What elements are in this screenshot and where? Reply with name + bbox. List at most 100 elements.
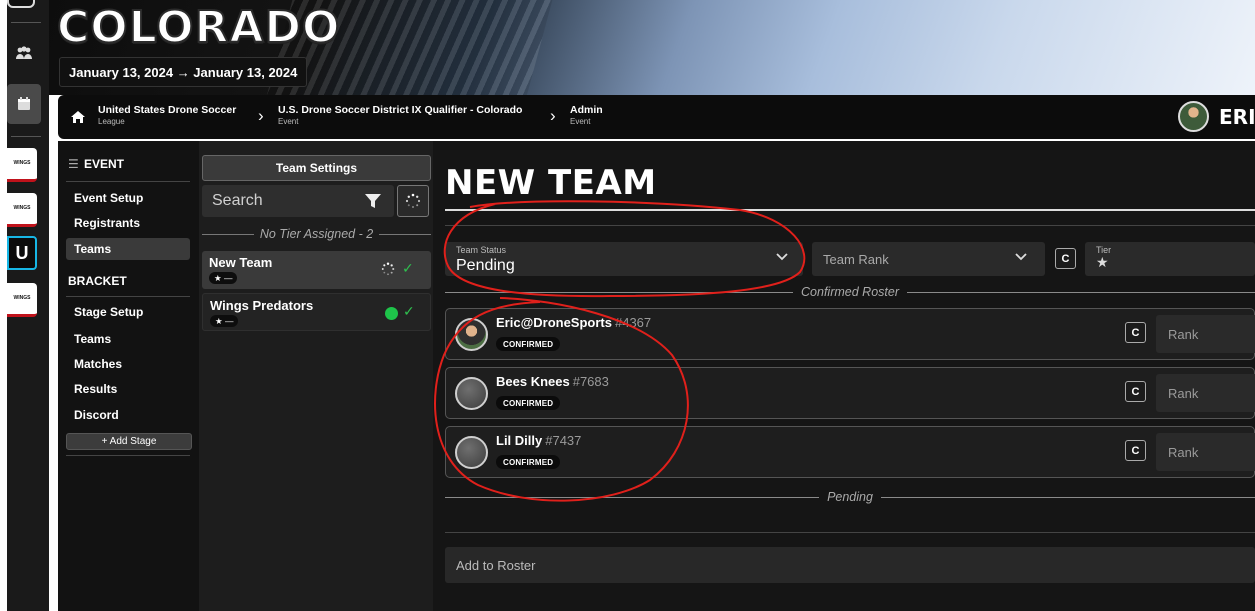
sidebar-item-matches[interactable]: Matches [66, 353, 190, 375]
team-list-panel: Team Settings No Tier Assigned - 2 New T… [199, 141, 433, 611]
player-display-name: Bees Knees [496, 374, 570, 389]
event-title: COLORADO [56, 1, 341, 54]
user-name[interactable]: ERIC [1219, 105, 1255, 129]
team-logo[interactable]: WINGS [7, 148, 37, 182]
breadcrumb-sublabel: League [98, 117, 125, 126]
player-rank-field[interactable]: Rank [1156, 433, 1255, 471]
people-icon[interactable] [9, 38, 39, 68]
divider-line [445, 496, 820, 498]
status-badge: CONFIRMED [496, 337, 561, 351]
sidebar-item-discord[interactable]: Discord [66, 404, 190, 426]
breadcrumb-label: U.S. Drone Soccer District IX Qualifier … [278, 104, 523, 116]
search-box [202, 185, 394, 217]
team-rank-select[interactable]: Team Rank [812, 242, 1045, 276]
status-dot-icon [385, 307, 398, 320]
rail-divider [11, 22, 41, 23]
divider [445, 225, 1255, 226]
tier-select[interactable]: Tier ★ [1085, 242, 1255, 276]
divider-line [880, 496, 1255, 498]
team-name: Wings Predators [210, 298, 314, 313]
divider-label: Pending [827, 490, 873, 504]
menu-icon[interactable]: ☰ [68, 157, 79, 171]
roster-row[interactable]: Lil Dilly #7437 CONFIRMED C Rank [445, 426, 1255, 478]
player-tag: #7683 [572, 374, 609, 389]
divider-line [202, 233, 254, 235]
sidebar-item-registrants[interactable]: Registrants [66, 212, 190, 234]
team-rank-badge: ★ — [210, 315, 239, 327]
check-icon: ✓ [402, 260, 414, 276]
add-to-roster-input[interactable]: Add to Roster [445, 547, 1255, 583]
star-icon: ★ [1096, 254, 1109, 270]
player-rank-field[interactable]: Rank [1156, 315, 1255, 353]
team-row-new-team[interactable]: New Team ★ — ✓ [202, 251, 431, 289]
team-logo[interactable]: WINGS [7, 193, 37, 227]
nav-section-label: EVENT [84, 157, 125, 171]
sidebar-item-results[interactable]: Results [66, 378, 190, 400]
breadcrumb-item-league[interactable]: United States Drone Soccer League [98, 104, 236, 126]
search-input[interactable] [202, 185, 352, 217]
status-badge: CONFIRMED [496, 455, 561, 469]
reset-rank-button[interactable]: C [1055, 248, 1076, 269]
pending-divider: Pending [445, 490, 1255, 504]
add-stage-button[interactable]: + Add Stage [66, 433, 192, 450]
sidebar-item-event-setup[interactable]: Event Setup [66, 187, 190, 209]
player-tag: #7437 [545, 433, 582, 448]
player-name: Eric@DroneSports #4367 [496, 315, 651, 330]
chevron-right-icon: › [550, 106, 556, 125]
player-tag: #4367 [614, 315, 652, 330]
player-name: Lil Dilly #7437 [496, 433, 581, 448]
confirmed-roster-divider: Confirmed Roster [445, 285, 1255, 299]
app-root: WINGS WINGS U WINGS COLORADO January 13,… [0, 0, 1255, 611]
reset-rank-button[interactable]: C [1125, 381, 1146, 402]
player-display-name: Lil Dilly [496, 433, 543, 448]
team-settings-button[interactable]: Team Settings [202, 155, 431, 181]
team-rank-badge: ★ — [209, 272, 238, 284]
title-divider [445, 209, 1255, 211]
divider-line [906, 291, 1255, 293]
tier-group-label: No Tier Assigned - 2 [259, 227, 374, 241]
breadcrumb-label: Admin [570, 104, 603, 116]
pending-spinner-icon [381, 262, 395, 276]
player-rank-field[interactable]: Rank [1156, 374, 1255, 412]
divider-line [379, 233, 431, 235]
rail-top-button[interactable] [7, 0, 35, 8]
chevron-down-icon [1015, 253, 1027, 261]
event-date-range: January 13, 2024 → January 13, 2024 [59, 57, 308, 87]
field-placeholder: Team Rank [823, 252, 889, 267]
avatar [455, 436, 488, 469]
team-logo[interactable]: U [7, 236, 37, 270]
field-label: Team Status [456, 245, 507, 255]
home-icon[interactable] [70, 109, 86, 125]
player-display-name: Eric@DroneSports [496, 315, 612, 330]
breadcrumb-label: United States Drone Soccer [98, 104, 237, 116]
divider [445, 532, 1255, 533]
reset-rank-button[interactable]: C [1125, 440, 1146, 461]
roster-row[interactable]: Bees Knees #7683 CONFIRMED C Rank [445, 367, 1255, 419]
team-row-wings-predators[interactable]: Wings Predators ★ — ✓ [202, 293, 431, 331]
player-name: Bees Knees #7683 [496, 374, 609, 389]
app-rail: WINGS WINGS U WINGS [7, 0, 49, 611]
breadcrumb-sublabel: Event [278, 117, 299, 126]
nav-divider [66, 296, 190, 297]
sidebar-item-teams[interactable]: Teams [66, 238, 190, 260]
filter-icon[interactable] [365, 194, 381, 208]
sidebar-item-stage-setup[interactable]: Stage Setup [66, 301, 190, 323]
roster-row[interactable]: Eric@DroneSports #4367 CONFIRMED C Rank [445, 308, 1255, 360]
breadcrumb-sublabel: Event [570, 117, 591, 126]
chevron-down-icon [776, 253, 788, 261]
team-status-select[interactable]: Team Status Pending [445, 242, 803, 276]
refresh-button[interactable] [397, 185, 429, 217]
field-value: Pending [456, 257, 515, 274]
avatar[interactable] [1178, 101, 1209, 132]
avatar [455, 318, 488, 351]
team-logo[interactable]: WINGS [7, 283, 37, 317]
reset-rank-button[interactable]: C [1125, 322, 1146, 343]
chevron-right-icon: › [258, 106, 264, 125]
divider-label: Confirmed Roster [801, 285, 899, 299]
breadcrumb-item-event[interactable]: U.S. Drone Soccer District IX Qualifier … [278, 104, 522, 126]
page-title: NEW TEAM [445, 163, 657, 203]
calendar-icon[interactable] [7, 84, 41, 124]
sidebar-item-bracket-teams[interactable]: Teams [66, 328, 190, 350]
breadcrumb-item-admin[interactable]: Admin Event [570, 104, 603, 126]
divider-line [445, 291, 794, 293]
